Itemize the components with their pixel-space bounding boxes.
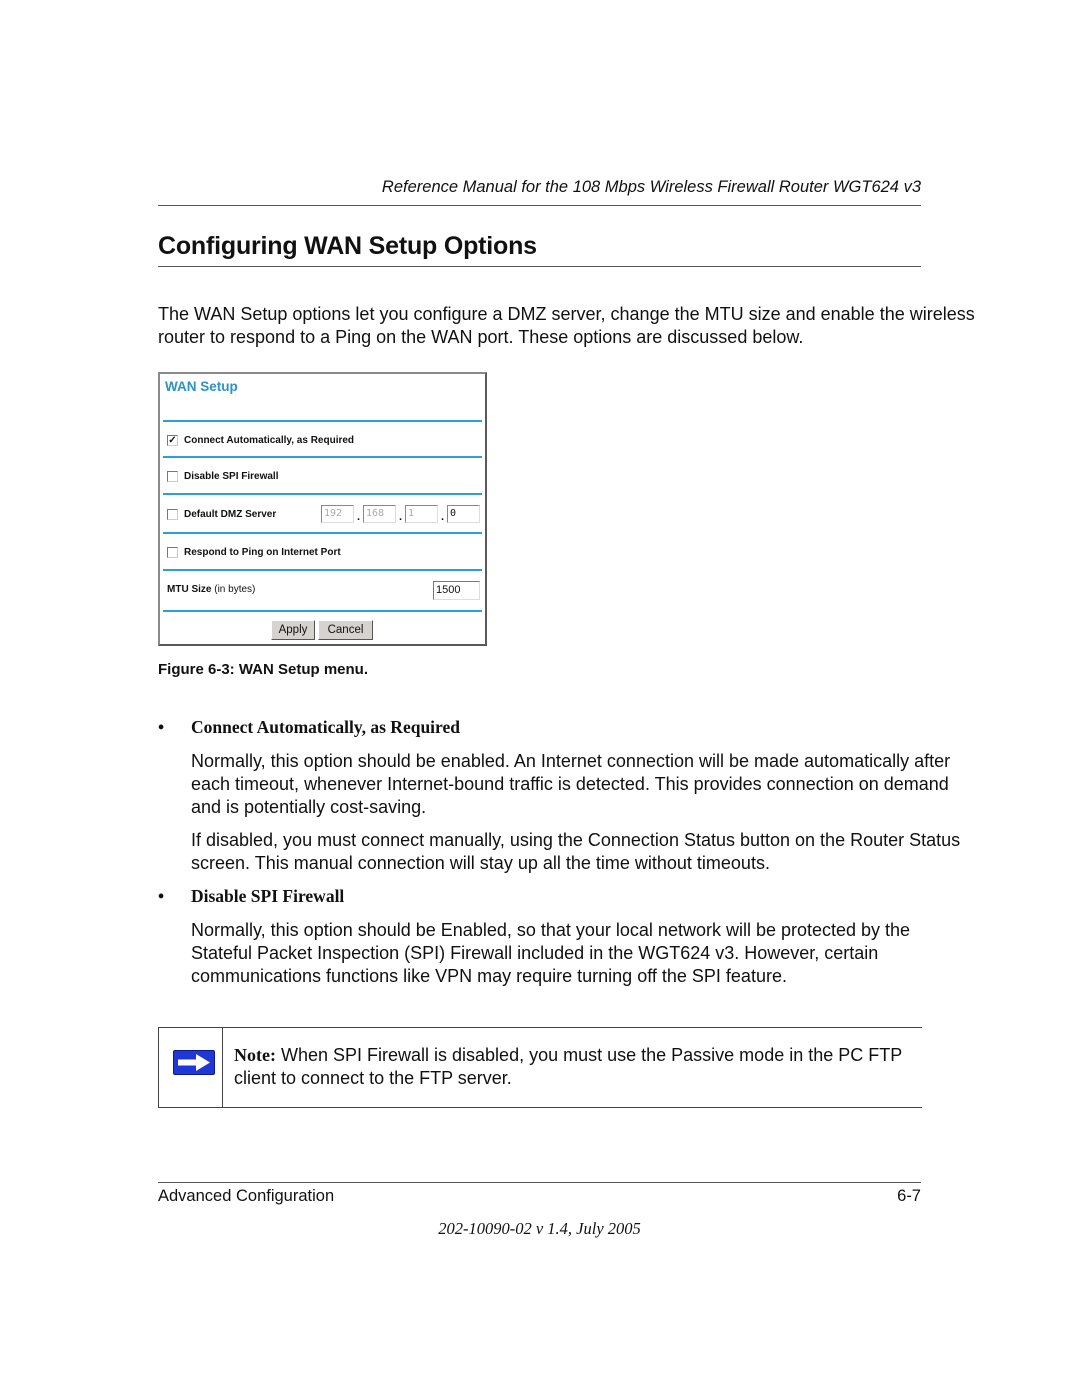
ip-separator: . [356,511,361,523]
running-header: Reference Manual for the 108 Mbps Wirele… [381,178,921,196]
footer-rule [158,1182,921,1183]
checkbox-checked-icon[interactable]: ✓ [167,435,178,446]
panel-divider [163,532,482,534]
wan-setup-panel: WAN Setup ✓ Connect Automatically, as Re… [158,372,487,646]
bullet-heading-text: Disable SPI Firewall [191,886,345,906]
option-label: Connect Automatically, as Required [184,435,355,446]
option-default-dmz-server[interactable]: Default DMZ Server [167,509,276,520]
note-text: Note: When SPI Firewall is disabled, you… [234,1044,934,1090]
figure-caption: Figure 6-3: WAN Setup menu. [158,661,369,678]
bullet-icon: • [158,717,165,737]
option-disable-spi-firewall[interactable]: Disable SPI Firewall [167,471,278,482]
bullet-icon: • [158,886,165,906]
option-respond-to-ping[interactable]: Respond to Ping on Internet Port [167,547,341,558]
checkbox-icon[interactable] [167,547,178,558]
mtu-size-label: MTU Size (in bytes) [167,584,255,595]
panel-title: WAN Setup [165,379,238,394]
note-box: Note: When SPI Firewall is disabled, you… [158,1027,922,1108]
panel-divider [163,610,482,612]
title-rule [158,266,921,267]
option-label: Default DMZ Server [184,509,277,520]
note-body: When SPI Firewall is disabled, you must … [234,1045,902,1088]
checkbox-icon[interactable] [167,471,178,482]
option-connect-automatically[interactable]: ✓ Connect Automatically, as Required [167,435,354,446]
checkbox-icon[interactable] [167,509,178,520]
apply-button[interactable]: Apply [271,620,315,640]
cancel-button[interactable]: Cancel [318,620,373,640]
intro-paragraph: The WAN Setup options let you configure … [158,304,975,347]
paragraph: Normally, this option should be Enabled,… [191,920,911,986]
bullet-heading-text: Connect Automatically, as Required [191,717,460,737]
note-label: Note: [234,1045,276,1065]
panel-divider [163,569,482,571]
option-label: Respond to Ping on Internet Port [184,547,341,558]
dmz-ip-input-group: 192 . 168 . 1 . 0 [321,505,480,523]
bullet-heading-disable-spi-firewall: • Disable SPI Firewall [158,886,344,907]
paragraph: Normally, this option should be enabled.… [191,751,951,817]
section-title: Configuring WAN Setup Options [158,232,537,260]
mtu-unit-text: (in bytes) [214,584,256,595]
arrow-right-icon [173,1050,215,1075]
footer-doc-id: 202-10090-02 v 1.4, July 2005 [438,1219,641,1238]
dmz-ip-octet-4[interactable]: 0 [447,505,480,523]
panel-divider [163,456,482,458]
panel-divider [163,493,482,495]
dmz-ip-octet-1[interactable]: 192 [321,505,354,523]
note-divider [222,1028,223,1108]
ip-separator: . [398,511,403,523]
mtu-label-text: MTU Size [167,584,212,595]
header-rule [158,205,921,206]
option-label: Disable SPI Firewall [184,471,279,482]
dmz-ip-octet-2[interactable]: 168 [363,505,396,523]
dmz-ip-octet-3[interactable]: 1 [405,505,438,523]
bullet-heading-connect-automatically: • Connect Automatically, as Required [158,717,460,738]
ip-separator: . [440,511,445,523]
paragraph: If disabled, you must connect manually, … [191,830,961,873]
footer-chapter: Advanced Configuration [158,1187,335,1205]
footer-page-number: 6-7 [897,1187,921,1205]
mtu-size-input[interactable]: 1500 [433,581,480,600]
panel-divider [163,420,482,422]
